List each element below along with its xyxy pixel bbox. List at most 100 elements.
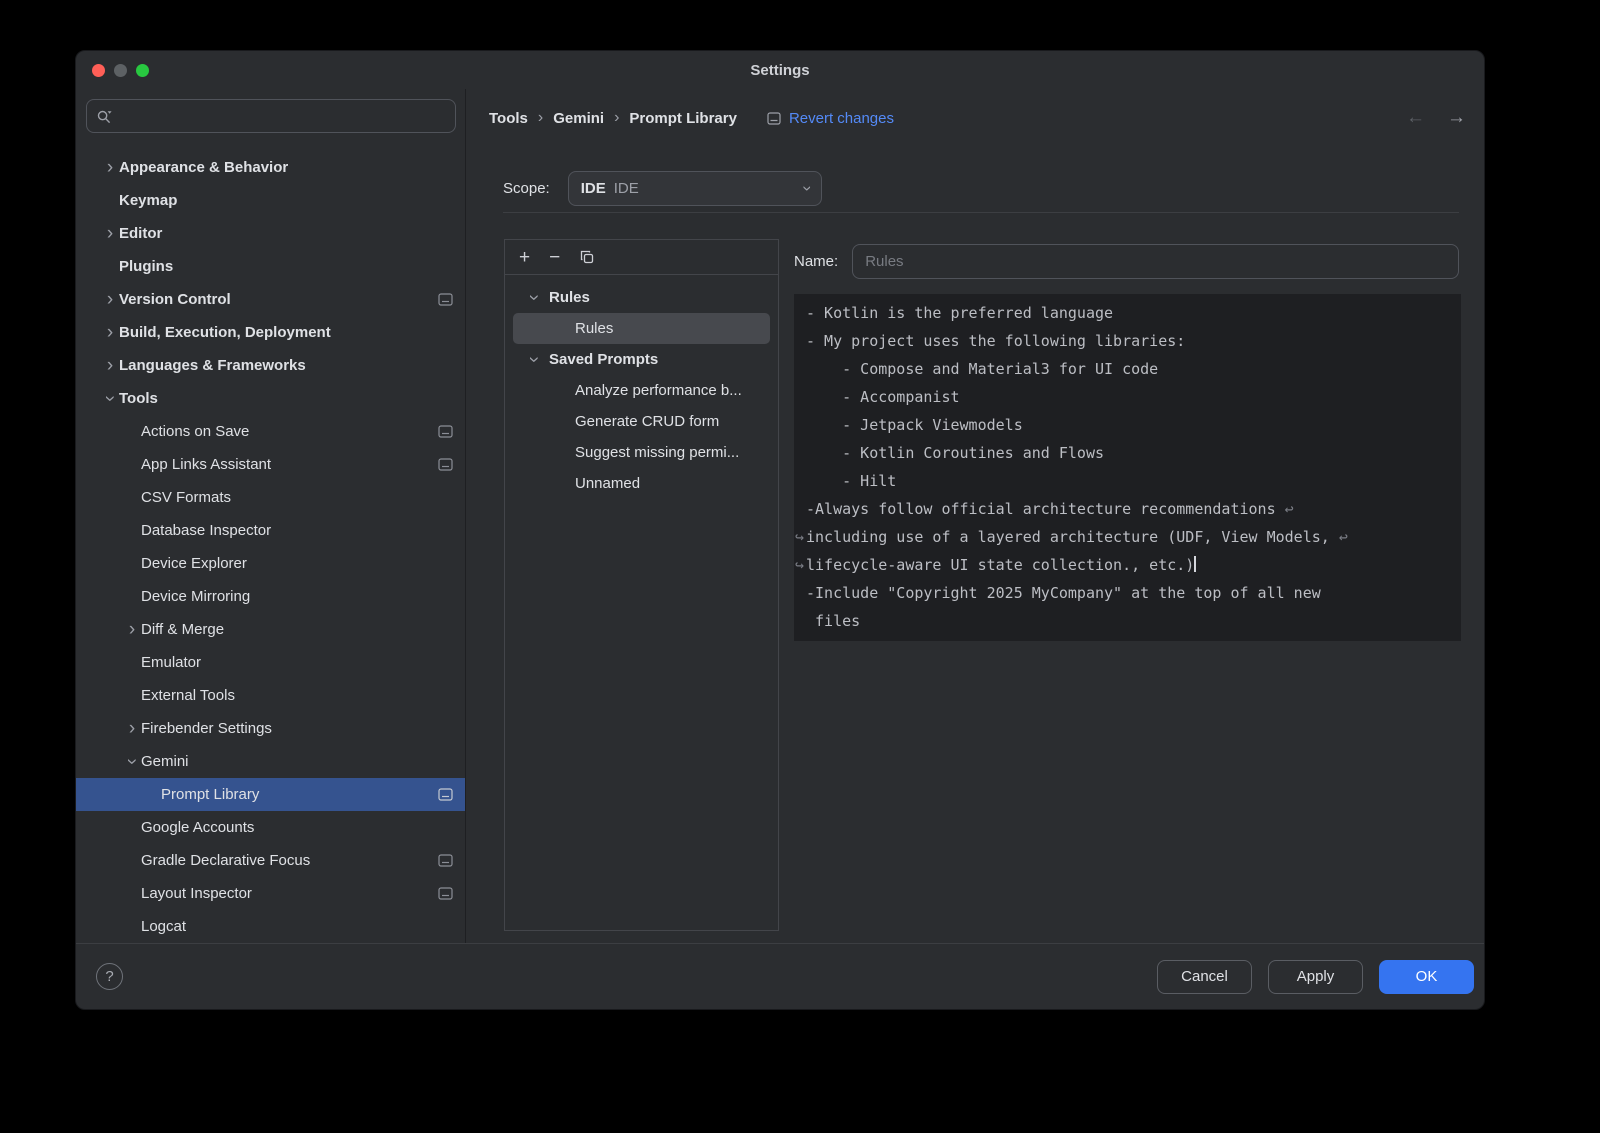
sidebar-item-app-links-assistant[interactable]: › App Links Assistant: [76, 448, 465, 481]
sidebar-item-label: Device Mirroring: [141, 588, 250, 605]
prompt-group-label: Rules: [549, 289, 590, 306]
ide-marker-icon: [438, 854, 453, 867]
prompt-list-toolbar: + −: [505, 240, 778, 275]
search-icon[interactable]: [96, 108, 113, 125]
sidebar-item-external-tools[interactable]: › External Tools: [76, 679, 465, 712]
chevron-right-icon[interactable]: ›: [101, 290, 119, 309]
chevron-down-icon[interactable]: ›: [101, 390, 120, 408]
prompt-item-analyze-performance[interactable]: Analyze performance b...: [505, 375, 778, 406]
settings-window: Settings › Appearance & Behavior › Keyma…: [75, 50, 1485, 1010]
editor-line: - Hilt: [806, 467, 1449, 495]
soft-wrap-icon: ↪: [795, 523, 804, 551]
help-button[interactable]: ?: [96, 963, 123, 990]
settings-search-input[interactable]: [119, 107, 446, 126]
sidebar-item-version-control[interactable]: › Version Control: [76, 283, 465, 316]
add-button[interactable]: +: [519, 248, 530, 267]
chevron-down-icon[interactable]: ›: [525, 351, 544, 369]
sidebar-item-csv-formats[interactable]: › CSV Formats: [76, 481, 465, 514]
sidebar-item-label: External Tools: [141, 687, 235, 704]
sidebar-item-label: Device Explorer: [141, 555, 247, 572]
sidebar-item-actions-on-save[interactable]: › Actions on Save: [76, 415, 465, 448]
sidebar-item-editor[interactable]: › Editor: [76, 217, 465, 250]
sidebar-item-device-explorer[interactable]: › Device Explorer: [76, 547, 465, 580]
sidebar-item-label: Emulator: [141, 654, 201, 671]
chevron-down-icon[interactable]: ›: [123, 753, 142, 771]
close-button[interactable]: [92, 64, 105, 77]
section-divider: [503, 212, 1459, 213]
sidebar-item-label: Firebender Settings: [141, 720, 272, 737]
zoom-button[interactable]: [136, 64, 149, 77]
sidebar-item-emulator[interactable]: › Emulator: [76, 646, 465, 679]
sidebar-item-label: Diff & Merge: [141, 621, 224, 638]
cancel-button[interactable]: Cancel: [1157, 960, 1252, 994]
sidebar-item-keymap[interactable]: › Keymap: [76, 184, 465, 217]
editor-line: files: [806, 607, 1449, 635]
settings-search-box[interactable]: [86, 99, 456, 133]
sidebar-item-plugins[interactable]: › Plugins: [76, 250, 465, 283]
sidebar-item-tools[interactable]: › Tools: [76, 382, 465, 415]
sidebar-item-diff-merge[interactable]: › Diff & Merge: [76, 613, 465, 646]
window-controls: [92, 51, 149, 89]
sidebar-item-database-inspector[interactable]: › Database Inspector: [76, 514, 465, 547]
soft-wrap-icon: ↩: [1285, 500, 1294, 518]
header-row: Tools › Gemini › Prompt Library Revert c…: [489, 103, 1466, 133]
chevron-right-icon[interactable]: ›: [123, 719, 141, 738]
ide-marker-icon: [438, 887, 453, 900]
breadcrumb-prompt-library[interactable]: Prompt Library: [629, 110, 737, 127]
prompt-tree: › Rules Rules › Saved Prompts Analyze pe…: [505, 275, 778, 499]
prompt-item-label: Analyze performance b...: [575, 382, 742, 399]
name-label: Name:: [794, 253, 838, 270]
sidebar-item-label: Appearance & Behavior: [119, 159, 288, 176]
breadcrumb-gemini[interactable]: Gemini: [553, 110, 604, 127]
remove-button[interactable]: −: [549, 248, 560, 267]
chevron-right-icon[interactable]: ›: [123, 620, 141, 639]
scope-value: IDE: [581, 180, 606, 197]
editor-line: -Include "Copyright 2025 MyCompany" at t…: [806, 579, 1449, 607]
sidebar-item-label: Editor: [119, 225, 162, 242]
sidebar-item-languages-frameworks[interactable]: › Languages & Frameworks: [76, 349, 465, 382]
editor-line: - Kotlin Coroutines and Flows: [806, 439, 1449, 467]
apply-button[interactable]: Apply: [1268, 960, 1363, 994]
sidebar-item-prompt-library[interactable]: › Prompt Library: [76, 778, 465, 811]
prompt-item-generate-crud-form[interactable]: Generate CRUD form: [505, 406, 778, 437]
chevron-down-icon: ›: [799, 186, 816, 192]
prompt-item-rules[interactable]: Rules: [513, 313, 770, 344]
breadcrumb-separator: ›: [538, 109, 543, 127]
editor-line: - Accompanist: [806, 383, 1449, 411]
breadcrumb-tools[interactable]: Tools: [489, 110, 528, 127]
prompt-item-unnamed[interactable]: Unnamed: [505, 468, 778, 499]
chevron-right-icon[interactable]: ›: [101, 356, 119, 375]
editor-line: - My project uses the following librarie…: [806, 327, 1449, 355]
sidebar-item-build-execution-deployment[interactable]: › Build, Execution, Deployment: [76, 316, 465, 349]
sidebar-item-label: Gemini: [141, 753, 189, 770]
chevron-down-icon[interactable]: ›: [525, 289, 544, 307]
chevron-right-icon[interactable]: ›: [101, 224, 119, 243]
copy-icon[interactable]: [579, 249, 595, 265]
scope-dropdown[interactable]: IDE IDE ›: [568, 171, 822, 206]
sidebar-item-label: CSV Formats: [141, 489, 231, 506]
history-nav: ← →: [1406, 107, 1466, 129]
forward-arrow-icon[interactable]: →: [1447, 107, 1466, 129]
prompt-text-editor[interactable]: - Kotlin is the preferred language - My …: [794, 294, 1461, 641]
scope-value-detail: IDE: [614, 180, 639, 197]
sidebar-item-appearance-behavior[interactable]: › Appearance & Behavior: [76, 151, 465, 184]
prompt-name-input[interactable]: [852, 244, 1459, 279]
back-arrow-icon[interactable]: ←: [1406, 107, 1425, 129]
prompt-group-saved-prompts[interactable]: › Saved Prompts: [505, 344, 778, 375]
chevron-right-icon[interactable]: ›: [101, 158, 119, 177]
prompt-group-rules[interactable]: › Rules: [505, 282, 778, 313]
sidebar-item-layout-inspector[interactable]: › Layout Inspector: [76, 877, 465, 910]
editor-line: - Kotlin is the preferred language: [806, 299, 1449, 327]
sidebar-item-gemini[interactable]: › Gemini: [76, 745, 465, 778]
sidebar-item-gradle-declarative-focus[interactable]: › Gradle Declarative Focus: [76, 844, 465, 877]
sidebar-item-google-accounts[interactable]: › Google Accounts: [76, 811, 465, 844]
prompt-item-suggest-missing-permissions[interactable]: Suggest missing permi...: [505, 437, 778, 468]
minimize-button[interactable]: [114, 64, 127, 77]
sidebar-item-label: Logcat: [141, 918, 186, 935]
sidebar-item-device-mirroring[interactable]: › Device Mirroring: [76, 580, 465, 613]
sidebar-item-firebender-settings[interactable]: › Firebender Settings: [76, 712, 465, 745]
revert-changes-link[interactable]: Revert changes: [767, 110, 894, 127]
sidebar-item-logcat[interactable]: › Logcat: [76, 910, 465, 943]
chevron-right-icon[interactable]: ›: [101, 323, 119, 342]
ok-button[interactable]: OK: [1379, 960, 1474, 994]
